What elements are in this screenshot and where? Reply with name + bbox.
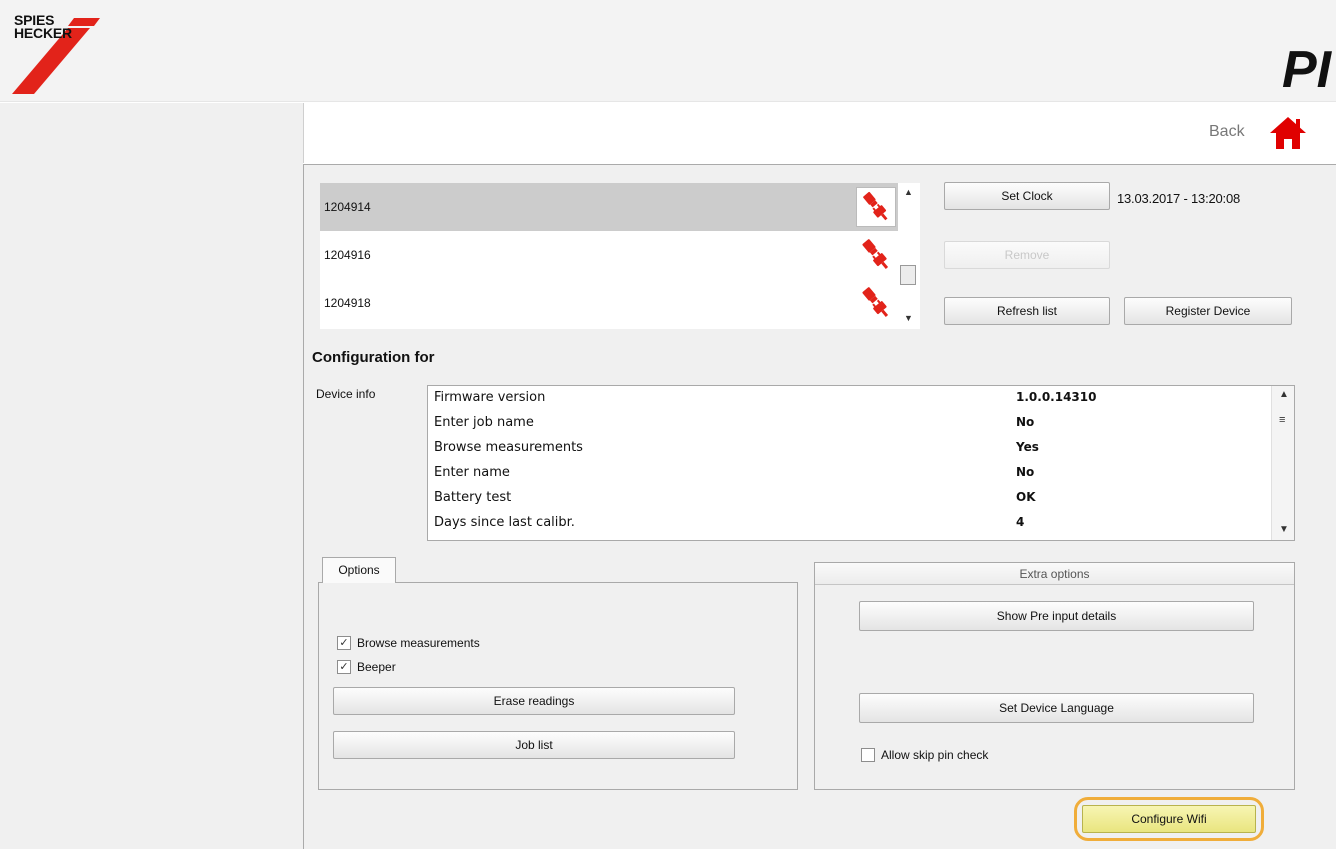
beeper-label: Beeper [357, 660, 396, 674]
info-key: Browse measurements [434, 440, 583, 455]
configuration-title: Configuration for [312, 349, 435, 366]
info-value: OK [1016, 490, 1036, 504]
extra-options-header: Extra options [815, 563, 1294, 585]
set-clock-button[interactable]: Set Clock [944, 182, 1110, 210]
scroll-down-arrow-icon[interactable]: ▼ [904, 313, 913, 323]
device-list-item[interactable]: 1204918 [320, 279, 898, 327]
info-key: Enter name [434, 465, 510, 480]
options-panel: ✓ Browse measurements ✓ Beeper Erase rea… [318, 582, 798, 790]
device-info-scrollbar[interactable]: ▲ ≡ ▼ [1271, 386, 1294, 540]
configure-wifi-button[interactable]: Configure Wifi [1082, 805, 1256, 833]
device-clock-value: 13.03.2017 - 13:20:08 [1117, 191, 1241, 206]
info-row: Days since last calibr. 4 [428, 511, 1270, 536]
refresh-list-button[interactable]: Refresh list [944, 297, 1110, 325]
job-list-button[interactable]: Job list [333, 731, 735, 759]
device-list-scrollbar[interactable]: ▲ ▼ [900, 183, 918, 329]
allow-skip-pin-checkbox[interactable] [861, 748, 875, 762]
info-key: Firmware version [434, 390, 546, 405]
device-list-item[interactable]: 1204916 [320, 231, 898, 279]
device-list[interactable]: 1204914 1204916 1204918 ▲ ▼ [320, 183, 920, 329]
info-value: Yes [1016, 440, 1039, 454]
info-value: 1.0.0.14310 [1016, 390, 1097, 404]
beeper-checkbox[interactable]: ✓ [337, 660, 351, 674]
plug-disconnected-icon [862, 287, 889, 317]
scroll-grip-icon[interactable]: ≡ [1279, 414, 1285, 426]
info-row: Enter job name No [428, 411, 1270, 436]
brand-title-fragment: PI [1282, 41, 1332, 99]
plug-disconnected-icon [862, 239, 889, 269]
register-device-button[interactable]: Register Device [1124, 297, 1292, 325]
browse-measurements-checkbox[interactable]: ✓ [337, 636, 351, 650]
scroll-up-arrow-icon[interactable]: ▲ [904, 187, 913, 197]
info-row: Firmware version 1.0.0.14310 [428, 386, 1270, 411]
tab-options[interactable]: Options [322, 557, 396, 583]
device-info-label: Device info [316, 387, 376, 401]
remove-button[interactable]: Remove [944, 241, 1110, 269]
home-icon[interactable] [1268, 115, 1308, 151]
scroll-up-arrow-icon[interactable]: ▲ [1279, 389, 1289, 400]
spies-hecker-logo: SPIES HECKER [12, 12, 108, 96]
info-key: Enter job name [434, 415, 534, 430]
navigation-bar: Back [303, 103, 1336, 163]
browse-measurements-label: Browse measurements [357, 636, 480, 650]
plug-disconnected-icon [856, 187, 896, 227]
device-info-table[interactable]: Firmware version 1.0.0.14310 Enter job n… [427, 385, 1295, 541]
scroll-down-arrow-icon[interactable]: ▼ [1279, 524, 1289, 535]
main-panel: 1204914 1204916 1204918 ▲ ▼ Set Clock 13… [303, 164, 1336, 849]
device-id: 1204914 [324, 200, 371, 214]
set-device-language-button[interactable]: Set Device Language [859, 693, 1254, 723]
allow-skip-pin-label: Allow skip pin check [881, 748, 989, 762]
left-side-panel [0, 103, 303, 849]
app-header: SPIES HECKER PI [0, 0, 1336, 102]
scrollbar-thumb[interactable] [900, 265, 916, 285]
erase-readings-button[interactable]: Erase readings [333, 687, 735, 715]
logo-text-line2: HECKER [14, 25, 72, 41]
device-id: 1204916 [324, 248, 371, 262]
back-link[interactable]: Back [1209, 123, 1245, 141]
device-id: 1204918 [324, 296, 371, 310]
info-row: Enter name No [428, 461, 1270, 486]
device-list-item[interactable]: 1204914 [320, 183, 898, 231]
extra-options-panel: Extra options Show Pre input details Set… [814, 562, 1295, 790]
info-row: Battery test OK [428, 486, 1270, 511]
info-key: Days since last calibr. [434, 515, 575, 530]
info-value: No [1016, 465, 1035, 479]
info-row: Browse measurements Yes [428, 436, 1270, 461]
info-value: No [1016, 415, 1035, 429]
show-pre-input-details-button[interactable]: Show Pre input details [859, 601, 1254, 631]
info-value: 4 [1016, 515, 1025, 529]
info-key: Battery test [434, 490, 512, 505]
